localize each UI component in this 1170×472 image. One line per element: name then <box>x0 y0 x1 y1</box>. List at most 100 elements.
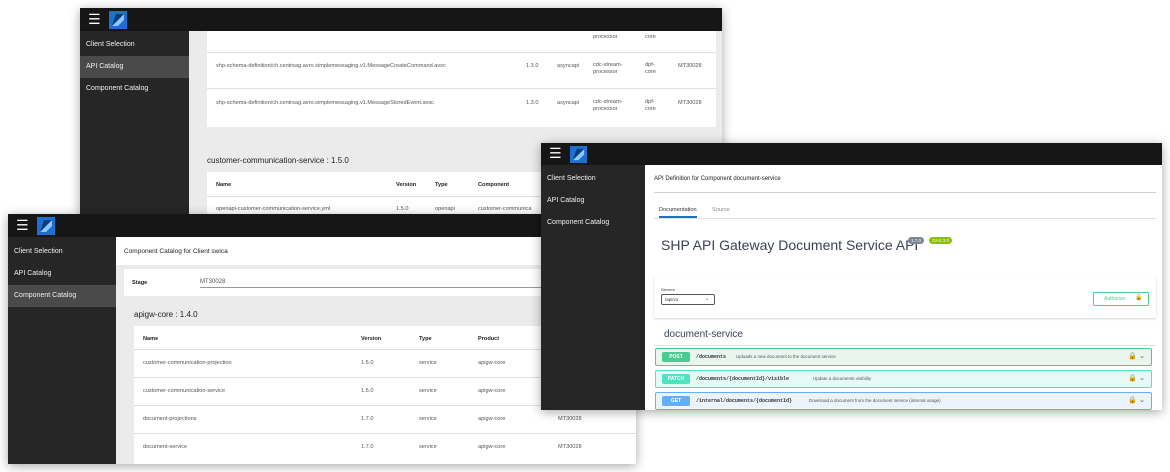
servers-panel: Servers /api/v1 ⌄ Authorize 🔓 <box>654 276 1156 318</box>
lock-chevron-icon[interactable]: 🔒 ⌄ <box>1128 352 1145 360</box>
operation-get-internal-document[interactable]: GET /internal/documents/{documentId} Dow… <box>655 392 1152 410</box>
header-divider <box>654 192 1156 193</box>
cell-version: 1.3.0 <box>526 100 539 106</box>
row-divider <box>207 52 716 53</box>
operation-patch-visible[interactable]: PATCH /documents/{documentId}/visible Up… <box>655 370 1152 388</box>
sidebar-item-client-selection[interactable]: Client Selection <box>80 34 189 56</box>
lock-chevron-icon[interactable]: 🔒 ⌄ <box>1128 396 1145 404</box>
cell-stage: MT30028 <box>558 444 582 450</box>
server-select-value: /api/v1 <box>665 297 679 302</box>
lock-chevron-icon[interactable]: 🔒 ⌄ <box>1128 374 1145 382</box>
cell-component: cdc-stream-processor <box>593 99 623 112</box>
operation-description: Download a document from the document se… <box>809 398 941 403</box>
sidebar-item-api-catalog[interactable]: API Catalog <box>8 263 116 285</box>
sidebar-item-component-catalog[interactable]: Component Catalog <box>8 285 116 307</box>
cell-product: core <box>645 34 656 40</box>
group-divider <box>654 345 1156 346</box>
column-header-version: Version <box>396 182 417 188</box>
top-bar: ☰ <box>541 143 1162 165</box>
chevron-down-icon: ⌄ <box>705 296 710 302</box>
cell-type: openapi <box>435 206 455 212</box>
cell-name[interactable]: shp-schema-definition/ch.centrsag.avro.s… <box>216 100 434 106</box>
version-badge: 1.7.0 <box>908 237 925 244</box>
cell-name[interactable]: openapi-customer-communication-service.y… <box>216 206 330 212</box>
row-divider <box>134 433 636 434</box>
cell-stage: MT30028 <box>678 63 702 69</box>
cell-product: dpf-core <box>645 62 656 75</box>
lock-icon: 🔓 <box>1135 294 1143 301</box>
section-title: customer-communication-service : 1.5.0 <box>207 156 349 165</box>
sidebar-item-component-catalog[interactable]: Component Catalog <box>541 212 645 234</box>
sidebar: Client Selection API Catalog Component C… <box>8 237 116 464</box>
sidebar: Client Selection API Catalog Component C… <box>541 165 645 410</box>
cell-version: 1.3.0 <box>526 63 539 69</box>
operation-path: /internal/documents/{documentId} <box>696 398 793 404</box>
sidebar-item-client-selection[interactable]: Client Selection <box>8 241 116 263</box>
cell-product: apigw-core <box>478 444 506 450</box>
cell-stage: MT30028 <box>678 100 702 106</box>
tab-source[interactable]: Source <box>712 207 730 213</box>
cell-name[interactable]: shp-schema-definition/ch.centrsag.avro.s… <box>216 63 446 69</box>
cell-version: 1.5.0 <box>361 388 374 394</box>
cell-product: apigw-core <box>478 416 506 422</box>
tab-documentation[interactable]: Documentation <box>659 207 697 218</box>
column-header-version: Version <box>361 336 382 342</box>
cell-type: service <box>419 360 437 366</box>
cell-type: service <box>419 444 437 450</box>
page-title: Component Catalog for Client swica <box>124 248 228 255</box>
column-header-type: Type <box>435 182 448 188</box>
hamburger-menu-icon[interactable]: ☰ <box>549 147 562 161</box>
section-title: apigw-core : 1.4.0 <box>134 310 198 319</box>
sidebar: Client Selection API Catalog Component C… <box>80 31 189 220</box>
sidebar-item-api-catalog[interactable]: API Catalog <box>541 190 645 212</box>
api-title: SHP API Gateway Document Service API <box>661 237 919 253</box>
cell-version: 1.7.0 <box>361 416 374 422</box>
tabs-divider <box>654 218 1156 219</box>
cell-name[interactable]: document-projections <box>143 416 196 422</box>
top-bar: ☰ <box>80 8 722 31</box>
method-badge: POST <box>662 352 690 362</box>
cell-product: apigw-core <box>478 360 506 366</box>
sidebar-item-component-catalog[interactable]: Component Catalog <box>80 78 189 100</box>
app-logo-icon <box>569 145 587 163</box>
column-header-name: Name <box>216 182 232 188</box>
column-header-name: Name <box>143 336 159 342</box>
operation-description: Update a documents visibility <box>813 376 872 381</box>
cell-product: dpf-core <box>645 99 656 112</box>
cell-type: asyncapi <box>557 63 580 69</box>
cell-version: 1.5.0 <box>361 360 374 366</box>
cell-version: 1.7.0 <box>361 444 374 450</box>
cell-type: service <box>419 416 437 422</box>
servers-label: Servers <box>661 287 675 292</box>
oas-badge: OAS 3.0 <box>929 237 953 244</box>
method-badge: GET <box>662 396 690 406</box>
cell-version: 1.5.0 <box>396 206 409 212</box>
hamburger-menu-icon[interactable]: ☰ <box>16 219 29 233</box>
column-header-type: Type <box>419 336 432 342</box>
app-logo-icon <box>36 216 55 235</box>
column-header-component: Component <box>478 182 510 188</box>
cell-product: apigw-core <box>478 388 506 394</box>
app-logo-icon <box>108 10 127 29</box>
operation-path: /documents <box>696 354 727 360</box>
authorize-label: Authorize <box>1104 296 1126 302</box>
operation-description: Uploads a new document to the document s… <box>736 354 836 359</box>
authorize-button[interactable]: Authorize 🔓 <box>1093 292 1149 306</box>
operation-post-documents[interactable]: POST /documents Uploads a new document t… <box>655 348 1152 366</box>
hamburger-menu-icon[interactable]: ☰ <box>88 13 101 27</box>
cell-name[interactable]: customer-communication-service <box>143 388 225 394</box>
main-content: API Definition for Component document-se… <box>645 165 1162 410</box>
server-select[interactable]: /api/v1 ⌄ <box>661 294 715 305</box>
operation-group-title[interactable]: document-service <box>664 329 743 340</box>
cell-type: service <box>419 388 437 394</box>
cell-name[interactable]: customer-communication-projection <box>143 360 232 366</box>
sidebar-item-api-catalog[interactable]: API Catalog <box>80 56 189 78</box>
stage-label: Stage <box>132 280 148 286</box>
cell-component: customer-communica <box>478 206 532 212</box>
method-badge: PATCH <box>662 374 690 384</box>
stage-input[interactable]: MT30028 <box>200 279 600 288</box>
row-divider <box>207 88 716 89</box>
sidebar-item-client-selection[interactable]: Client Selection <box>541 168 645 190</box>
cell-name[interactable]: document-service <box>143 444 187 450</box>
operation-path: /documents/{documentId}/visible <box>696 376 790 382</box>
